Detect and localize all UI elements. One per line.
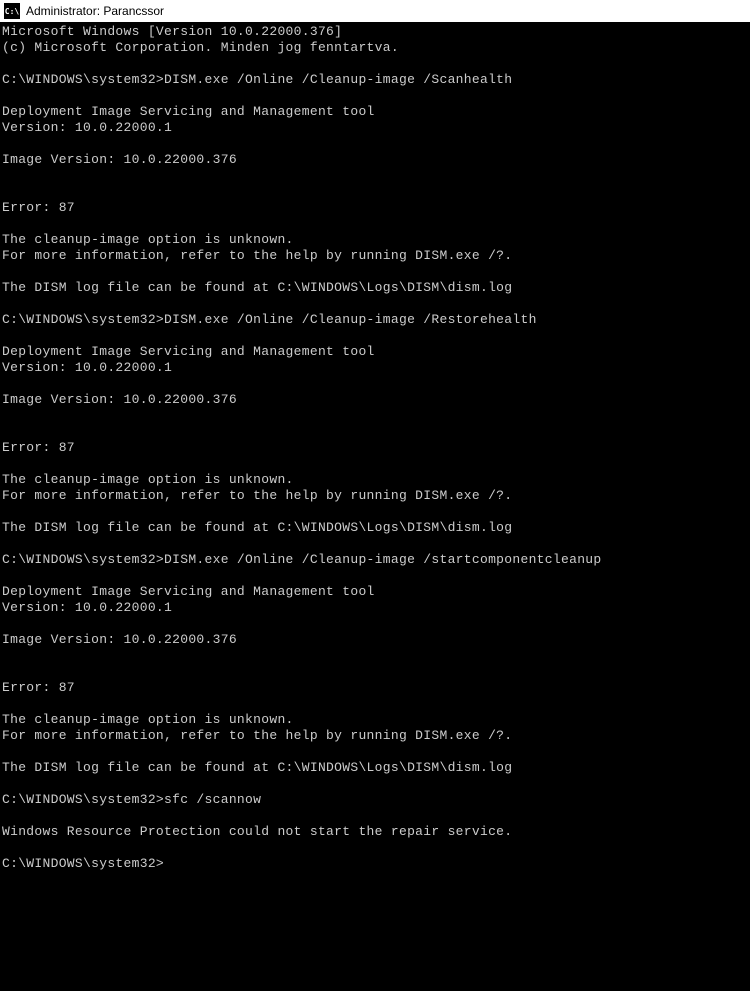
terminal-line: Deployment Image Servicing and Managemen… [2,104,748,120]
terminal-line [2,648,748,664]
terminal-line [2,88,748,104]
terminal-line [2,616,748,632]
terminal-line: Image Version: 10.0.22000.376 [2,152,748,168]
terminal-line: For more information, refer to the help … [2,488,748,504]
terminal-output[interactable]: Microsoft Windows [Version 10.0.22000.37… [0,22,750,874]
terminal-line: C:\WINDOWS\system32>DISM.exe /Online /Cl… [2,312,748,328]
window-title: Administrator: Parancssor [26,4,164,18]
terminal-line: For more information, refer to the help … [2,728,748,744]
terminal-line: (c) Microsoft Corporation. Minden jog fe… [2,40,748,56]
terminal-line: C:\WINDOWS\system32> [2,856,748,872]
terminal-line: Error: 87 [2,440,748,456]
terminal-line: The DISM log file can be found at C:\WIN… [2,280,748,296]
terminal-line [2,456,748,472]
terminal-line: Image Version: 10.0.22000.376 [2,632,748,648]
terminal-line: C:\WINDOWS\system32>DISM.exe /Online /Cl… [2,72,748,88]
terminal-line [2,840,748,856]
window-titlebar[interactable]: C:\ Administrator: Parancssor [0,0,750,22]
terminal-line [2,376,748,392]
terminal-line: Error: 87 [2,200,748,216]
terminal-line [2,504,748,520]
terminal-line [2,696,748,712]
terminal-line [2,536,748,552]
terminal-line: Deployment Image Servicing and Managemen… [2,344,748,360]
terminal-line [2,56,748,72]
cmd-icon: C:\ [4,3,20,19]
cmd-icon-text: C:\ [5,7,19,16]
terminal-line [2,168,748,184]
terminal-line: The DISM log file can be found at C:\WIN… [2,520,748,536]
terminal-line: Microsoft Windows [Version 10.0.22000.37… [2,24,748,40]
terminal-line [2,776,748,792]
terminal-line [2,216,748,232]
terminal-line: The cleanup-image option is unknown. [2,232,748,248]
terminal-line: Version: 10.0.22000.1 [2,120,748,136]
terminal-line: Deployment Image Servicing and Managemen… [2,584,748,600]
terminal-line: Image Version: 10.0.22000.376 [2,392,748,408]
terminal-line [2,408,748,424]
terminal-line [2,328,748,344]
terminal-line [2,744,748,760]
terminal-line [2,184,748,200]
terminal-line: Error: 87 [2,680,748,696]
terminal-line: C:\WINDOWS\system32>DISM.exe /Online /Cl… [2,552,748,568]
terminal-line [2,664,748,680]
terminal-line [2,296,748,312]
terminal-line: For more information, refer to the help … [2,248,748,264]
terminal-line: The cleanup-image option is unknown. [2,472,748,488]
terminal-line: The DISM log file can be found at C:\WIN… [2,760,748,776]
terminal-line [2,136,748,152]
terminal-line: Windows Resource Protection could not st… [2,824,748,840]
terminal-line: C:\WINDOWS\system32>sfc /scannow [2,792,748,808]
terminal-line: Version: 10.0.22000.1 [2,360,748,376]
terminal-line: Version: 10.0.22000.1 [2,600,748,616]
terminal-line [2,808,748,824]
terminal-line [2,568,748,584]
terminal-line: The cleanup-image option is unknown. [2,712,748,728]
terminal-line [2,264,748,280]
terminal-line [2,424,748,440]
